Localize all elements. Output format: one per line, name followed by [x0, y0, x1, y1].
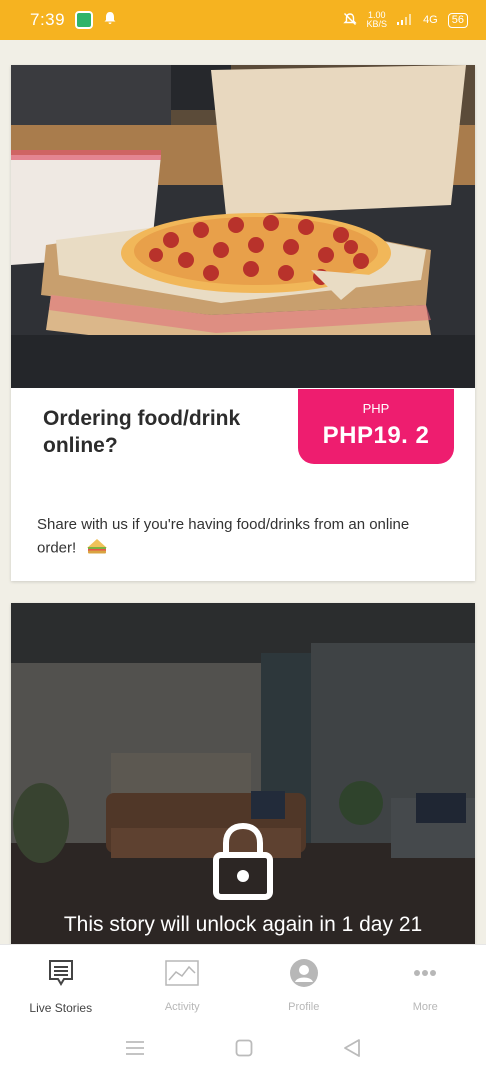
mute-icon — [342, 12, 357, 29]
network-type: 4G — [423, 14, 438, 26]
nav-activity[interactable]: Activity — [122, 945, 244, 1020]
status-time: 7:39 — [30, 10, 66, 29]
bottom-nav: Live Stories Activity Profile More — [0, 944, 486, 1020]
activity-chart-icon — [165, 957, 199, 989]
battery-indicator: 56 — [447, 12, 468, 28]
nav-more[interactable]: More — [365, 945, 486, 1020]
app-notification-icon — [75, 11, 94, 29]
nav-live-stories[interactable]: Live Stories — [0, 945, 122, 1020]
nav-label: Profile — [288, 1001, 320, 1013]
menu-icon[interactable] — [125, 1040, 145, 1061]
bell-icon — [103, 11, 117, 30]
more-dots-icon — [413, 957, 437, 989]
locked-story-card[interactable]: This story will unlock again in 1 day 21 — [11, 603, 475, 944]
nav-label: Live Stories — [29, 1001, 93, 1015]
pizza-photo — [11, 65, 475, 388]
nav-profile[interactable]: Profile — [243, 945, 365, 1020]
stories-icon — [48, 957, 74, 989]
home-icon[interactable] — [235, 1039, 253, 1062]
signal-icon — [397, 13, 413, 28]
sandwich-icon — [86, 536, 108, 561]
nav-label: Activity — [164, 1001, 200, 1013]
status-left: 7:39 — [30, 10, 117, 30]
status-bar: 7:39 1.00 KB/S 4G 56 — [0, 0, 486, 40]
story-title: Ordering food/drink online? — [43, 407, 241, 457]
price-badge: PHP PHP19. 2 — [298, 389, 454, 464]
story-card[interactable]: Ordering food/drink online? PHP PHP19. 2… — [11, 65, 475, 581]
lock-icon — [212, 822, 274, 906]
status-right: 1.00 KB/S 4G 56 — [342, 11, 468, 29]
app-screen: 7:39 1.00 KB/S 4G 56 Ordering food/drink… — [0, 0, 486, 1080]
system-nav-bar — [0, 1020, 486, 1080]
price-currency: PHP — [362, 401, 390, 416]
stories-feed[interactable]: Ordering food/drink online? PHP PHP19. 2… — [0, 40, 486, 944]
nav-label: More — [412, 1001, 438, 1013]
unlock-countdown: This story will unlock again in 1 day 21 — [63, 913, 423, 936]
profile-icon — [289, 957, 319, 989]
price-value: PHP19. 2 — [322, 422, 430, 449]
story-description: Share with us if you're having food/drin… — [37, 513, 447, 561]
net-speed-unit: KB/S — [366, 19, 388, 29]
back-icon[interactable] — [343, 1038, 361, 1063]
net-speed: 1.00 KB/S — [367, 11, 388, 29]
